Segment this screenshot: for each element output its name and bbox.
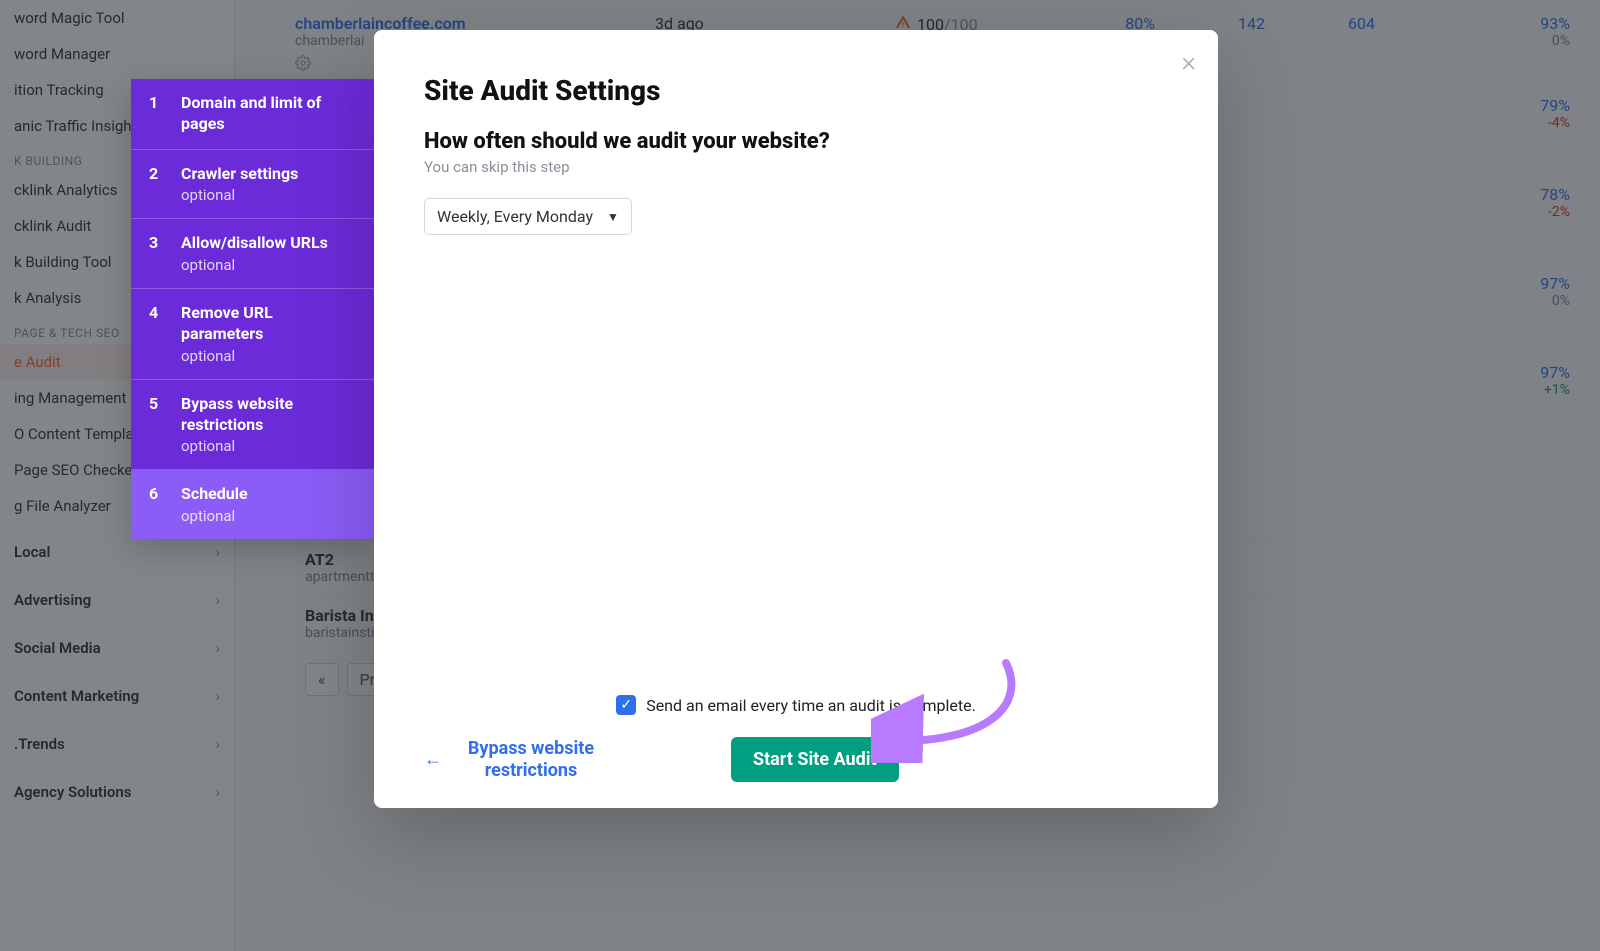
back-button[interactable]: ← Bypass website restrictions (424, 738, 606, 781)
wizard-step-4[interactable]: 4 Remove URL parameters optional (131, 289, 374, 380)
email-checkbox[interactable]: ✓ (616, 695, 636, 715)
modal-title: Site Audit Settings (424, 74, 1168, 107)
back-button-label: Bypass website restrictions (456, 738, 606, 781)
step-title: Bypass website restrictions (181, 394, 356, 436)
modal-footer: ✓ Send an email every time an audit is c… (374, 695, 1218, 782)
step-title: Crawler settings (181, 164, 356, 185)
wizard-step-1[interactable]: 1 Domain and limit of pages (131, 79, 374, 150)
wizard-steps-panel: 1 Domain and limit of pages 2 Crawler se… (131, 79, 374, 539)
schedule-select-value: Weekly, Every Monday (437, 207, 593, 226)
site-audit-settings-modal: × Site Audit Settings How often should w… (374, 30, 1218, 808)
email-checkbox-label: Send an email every time an audit is com… (646, 696, 976, 715)
modal-question: How often should we audit your website? (424, 129, 1168, 154)
wizard-step-3[interactable]: 3 Allow/disallow URLs optional (131, 219, 374, 289)
modal-hint: You can skip this step (424, 158, 1168, 176)
arrow-left-icon: ← (424, 749, 442, 770)
step-number: 5 (149, 394, 163, 456)
schedule-select[interactable]: Weekly, Every Monday ▼ (424, 198, 632, 235)
wizard-step-5[interactable]: 5 Bypass website restrictionsoptional (131, 380, 374, 471)
step-optional: optional (181, 186, 356, 204)
step-title: Remove URL parameters (181, 303, 356, 345)
step-optional: optional (181, 437, 356, 455)
step-optional: optional (181, 256, 356, 274)
step-optional: optional (181, 347, 356, 365)
start-site-audit-button[interactable]: Start Site Audit (731, 737, 899, 782)
email-notification-row: ✓ Send an email every time an audit is c… (424, 695, 1168, 715)
wizard-step-6[interactable]: 6 Schedule optional (131, 470, 374, 539)
step-number: 4 (149, 303, 163, 365)
step-number: 1 (149, 93, 163, 135)
step-number: 2 (149, 164, 163, 205)
wizard-step-2[interactable]: 2 Crawler settingsoptional (131, 150, 374, 220)
close-icon[interactable]: × (1181, 48, 1196, 76)
step-title: Schedule (181, 484, 356, 505)
step-number: 6 (149, 484, 163, 525)
step-title: Domain and limit of pages (181, 93, 356, 135)
step-title: Allow/disallow URLs (181, 233, 356, 254)
chevron-down-icon: ▼ (607, 210, 619, 224)
start-button-label: Start Site Audit (753, 749, 877, 770)
step-number: 3 (149, 233, 163, 274)
step-optional: optional (181, 507, 356, 525)
